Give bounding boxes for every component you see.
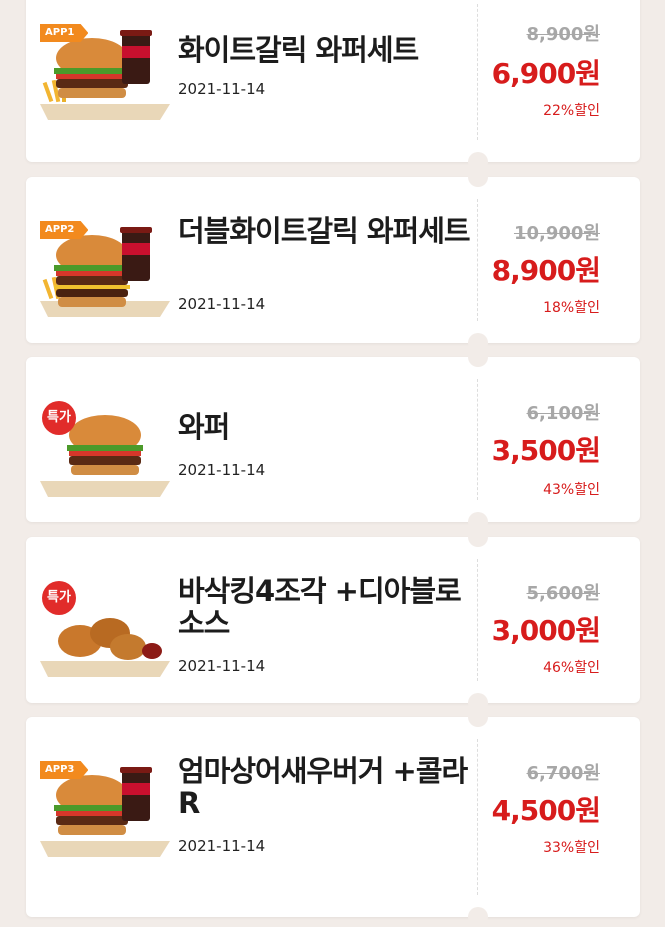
- product-thumbnail: APP3: [40, 761, 170, 861]
- original-price: 6,700원: [526, 763, 601, 784]
- cola-cup-icon: [120, 767, 152, 821]
- ticket-notch: [468, 347, 488, 367]
- sale-price: 3,000원: [491, 614, 601, 647]
- discount-rate: 22%할인: [543, 103, 600, 119]
- product-thumbnail: 특가: [40, 401, 170, 501]
- discount-rate: 18%할인: [543, 300, 600, 316]
- product-title: 와퍼: [178, 410, 230, 444]
- coupon-date: 2021-11-14: [178, 80, 266, 98]
- cola-cup-icon: [120, 227, 152, 281]
- ticket-notch: [468, 907, 488, 927]
- discount-rate: 43%할인: [543, 482, 600, 498]
- product-title: 엄마상어새우버거 +콜라R: [178, 754, 468, 820]
- original-price: 6,100원: [526, 403, 601, 424]
- coupon-card[interactable]: APP1 화이트갈릭 와퍼세트 2021-11-14 8,900원 6,900원 22%할…: [26, 0, 640, 172]
- price-box: 10,900원 8,900원 18%할인: [488, 177, 601, 343]
- coupon-card[interactable]: 특가 바삭킹4조각 +디아블로소스 2021-11-14 5,600원 3,000원 46…: [26, 527, 640, 713]
- fried-chicken-icon: [58, 618, 162, 660]
- discount-rate: 46%할인: [543, 660, 600, 676]
- app-badge: APP3: [40, 761, 89, 779]
- burger-icon: [54, 235, 130, 307]
- special-price-badge: 특가: [42, 581, 76, 615]
- ticket-notch: [468, 707, 488, 727]
- sale-price: 6,900원: [491, 57, 601, 90]
- coupon-card[interactable]: APP3 엄마상어새우버거 +콜라R 2021-11-14 6,700원 4,500원 3…: [26, 707, 640, 927]
- original-price: 5,600원: [526, 583, 601, 604]
- sale-price: 4,500원: [491, 794, 601, 827]
- burger-icon: [54, 775, 130, 835]
- cola-cup-icon: [120, 30, 152, 84]
- price-box: 6,700원 4,500원 33%할인: [488, 717, 601, 917]
- app-badge: APP1: [40, 24, 89, 42]
- price-box: 6,100원 3,500원 43%할인: [488, 357, 601, 522]
- coupon-card[interactable]: APP2 더블화이트갈릭 와퍼세트 2021-11-14 10,900원 8,900원 1…: [26, 167, 640, 353]
- special-price-badge: 특가: [42, 401, 76, 435]
- coupon-list: APP1 화이트갈릭 와퍼세트 2021-11-14 8,900원 6,900원 22%할…: [0, 0, 665, 927]
- ticket-notch: [468, 167, 488, 187]
- sale-price: 8,900원: [491, 254, 601, 287]
- ticket-divider: [477, 559, 478, 681]
- product-title: 바삭킹4조각 +디아블로소스: [178, 574, 462, 640]
- discount-rate: 33%할인: [543, 840, 600, 856]
- coupon-date: 2021-11-14: [178, 295, 266, 313]
- original-price: 8,900원: [526, 24, 601, 45]
- ticket-notch: [468, 527, 488, 547]
- coupon-date: 2021-11-14: [178, 837, 266, 855]
- burger-icon: [54, 38, 130, 98]
- product-thumbnail: APP2: [40, 221, 170, 321]
- product-thumbnail: 특가: [40, 581, 170, 681]
- price-box: 8,900원 6,900원 22%할인: [488, 0, 601, 162]
- ticket-divider: [477, 739, 478, 895]
- burger-icon: [67, 415, 143, 475]
- price-box: 5,600원 3,000원 46%할인: [488, 537, 601, 703]
- ticket-divider: [477, 379, 478, 500]
- product-title: 화이트갈릭 와퍼세트: [178, 33, 419, 67]
- coupon-date: 2021-11-14: [178, 657, 266, 675]
- coupon-date: 2021-11-14: [178, 461, 266, 479]
- sale-price: 3,500원: [491, 434, 601, 467]
- product-thumbnail: APP1: [40, 24, 170, 124]
- product-title: 더블화이트갈릭 와퍼세트: [178, 214, 471, 248]
- ticket-divider: [477, 199, 478, 321]
- app-badge: APP2: [40, 221, 89, 239]
- ticket-divider: [477, 4, 478, 140]
- coupon-card[interactable]: 특가 와퍼 2021-11-14 6,100원 3,500원 43%할인: [26, 347, 640, 532]
- original-price: 10,900원: [513, 223, 600, 244]
